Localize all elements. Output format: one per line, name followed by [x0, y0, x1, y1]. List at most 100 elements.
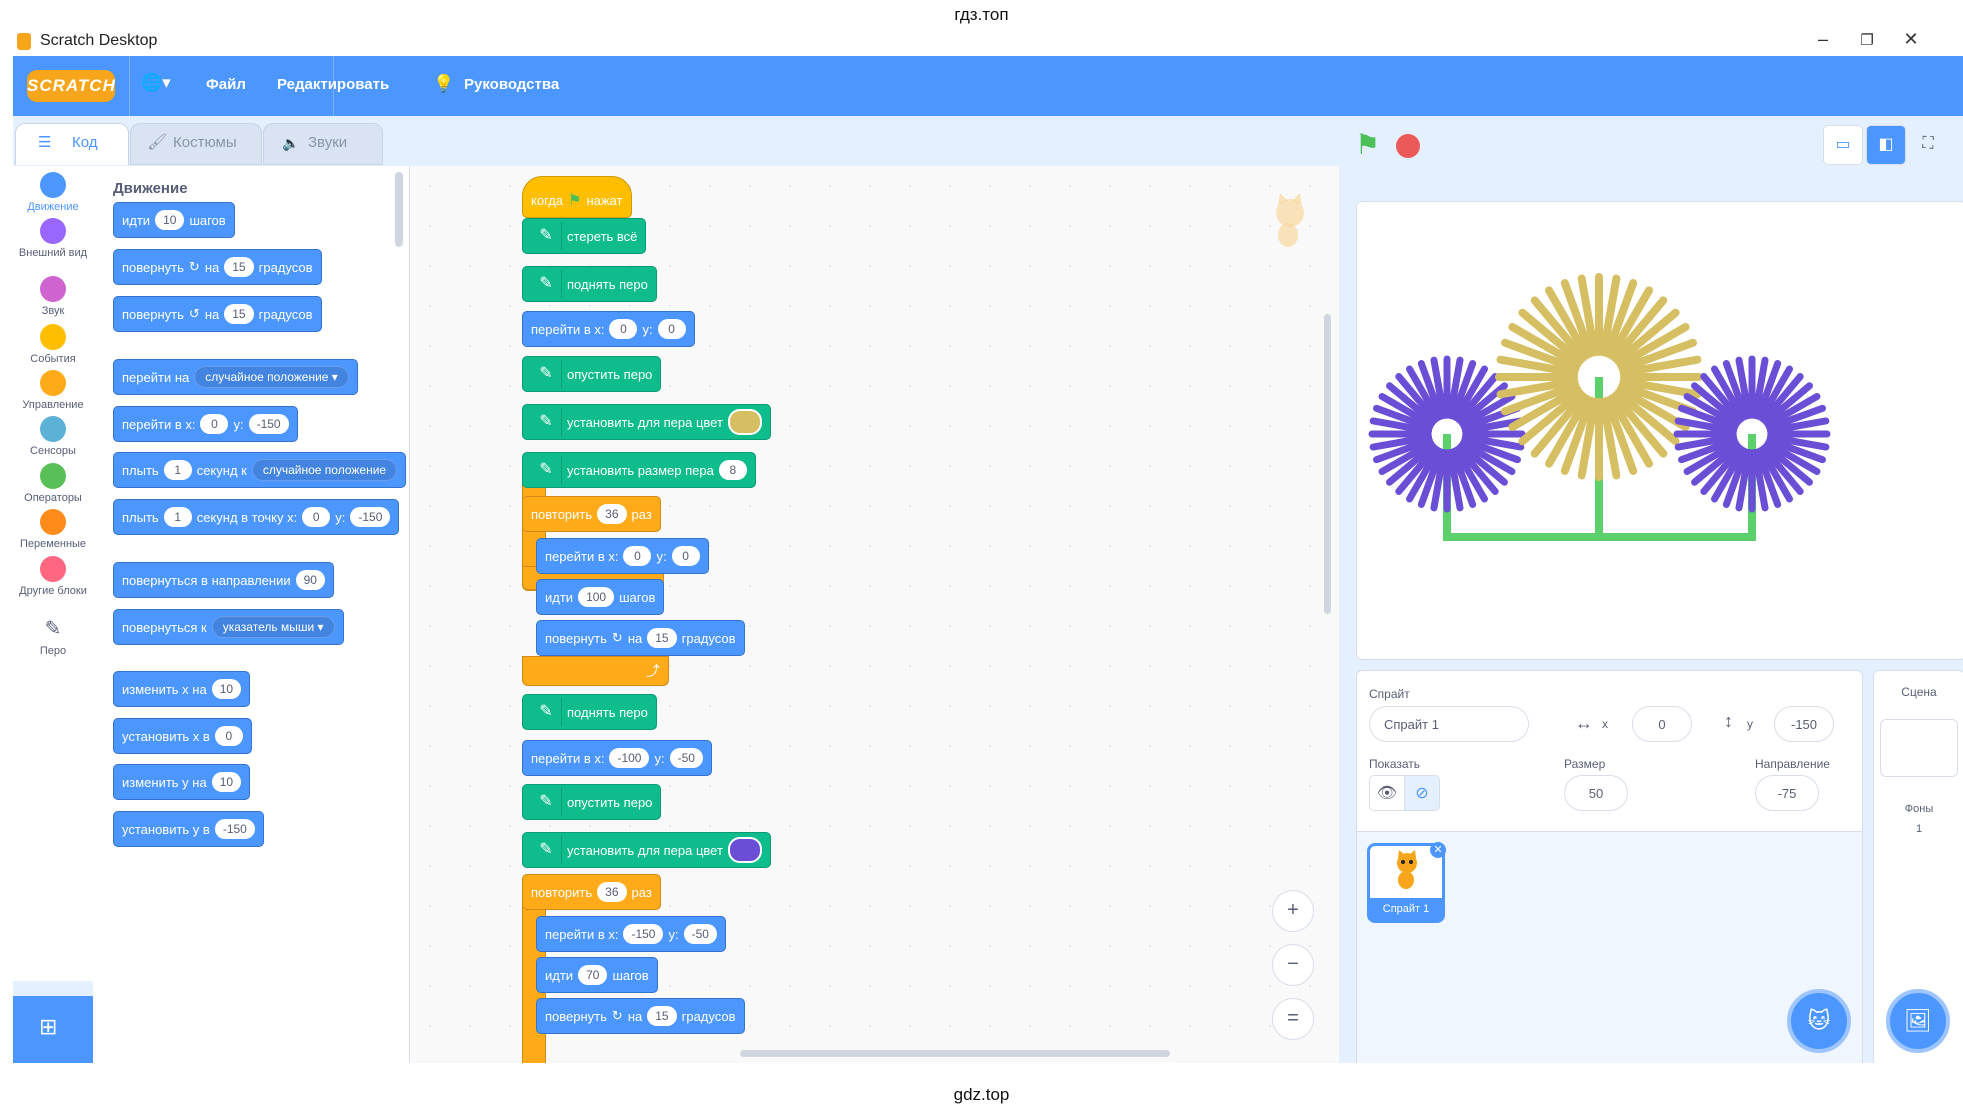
block-input[interactable]: 0: [657, 319, 686, 339]
block-move-steps[interactable]: идти 10 шагов: [113, 202, 235, 238]
pen-color-swatch[interactable]: [727, 837, 762, 863]
category-4[interactable]: События: [13, 324, 93, 365]
sprite-x-input[interactable]: 0: [1632, 706, 1692, 742]
pen-color-swatch[interactable]: [727, 409, 762, 435]
category-10[interactable]: ✎ Перо: [13, 616, 93, 657]
block-input[interactable]: 10: [211, 679, 242, 699]
block-input[interactable]: -150: [214, 819, 255, 839]
stop-button[interactable]: [1396, 134, 1420, 158]
block-input[interactable]: -150: [248, 414, 289, 434]
sprite-thumbnail[interactable]: ✕ Спрайт 1: [1367, 842, 1446, 923]
block-input[interactable]: 8: [718, 460, 747, 480]
category-9[interactable]: Другие блоки: [13, 556, 93, 597]
category-5[interactable]: Управление: [13, 370, 93, 411]
block-move-steps[interactable]: идти 100 шагов: [536, 579, 665, 615]
block-input[interactable]: -50: [669, 748, 703, 768]
block-input[interactable]: 90: [295, 570, 325, 590]
block-glide-to[interactable]: плыть 1 секунд к случайное положение: [113, 452, 407, 488]
block-input[interactable]: 15: [647, 628, 677, 648]
block-turn-left[interactable]: повернуть ↺ на 15 градусов: [113, 296, 322, 332]
block-input[interactable]: 0: [623, 546, 652, 566]
block-pen-down[interactable]: ✎ опустить перо: [522, 784, 662, 820]
add-extension-button[interactable]: ⊞: [13, 996, 93, 1063]
zoom-reset-button[interactable]: =: [1272, 998, 1314, 1040]
block-change-x[interactable]: изменить х на 10: [113, 671, 251, 707]
block-input[interactable]: -100: [609, 748, 650, 768]
language-globe-icon[interactable]: 🌐▾: [141, 73, 171, 93]
tab-sounds[interactable]: 🔈 Звуки: [263, 123, 383, 165]
block-input[interactable]: 15: [224, 257, 254, 277]
show-hidden-button[interactable]: ⊘: [1404, 775, 1440, 811]
block-input[interactable]: -150: [623, 924, 664, 944]
script-vertical-scrollbar[interactable]: [1324, 314, 1331, 614]
restore-icon[interactable]: ❐: [1852, 31, 1882, 49]
menu-file[interactable]: Файл: [206, 76, 246, 93]
block-change-y[interactable]: изменить у на 10: [113, 764, 251, 800]
block-input[interactable]: 10: [211, 772, 242, 792]
stage-canvas[interactable]: [1356, 201, 1963, 660]
category-3[interactable]: Звук: [13, 276, 93, 317]
block-pen-up[interactable]: ✎ поднять перо: [522, 694, 657, 730]
block-input[interactable]: 1: [163, 507, 192, 527]
category-1[interactable]: Движение: [13, 172, 93, 213]
category-8[interactable]: Переменные: [13, 509, 93, 550]
menu-tutorials[interactable]: Руководства: [464, 76, 559, 93]
block-input[interactable]: 0: [302, 507, 331, 527]
block-input[interactable]: -50: [683, 924, 717, 944]
block-input[interactable]: 36: [597, 504, 627, 524]
block-input[interactable]: 15: [224, 304, 254, 324]
scratch-logo[interactable]: SCRATCH: [27, 70, 115, 102]
show-visible-button[interactable]: 👁: [1369, 775, 1405, 811]
choose-sprite-button[interactable]: 🐱: [1787, 989, 1851, 1053]
block-set-pen-color[interactable]: ✎ установить для пера цвет: [522, 404, 771, 440]
small-stage-button[interactable]: ▭: [1823, 125, 1863, 165]
block-input[interactable]: 100: [578, 587, 615, 607]
palette-scrollbar[interactable]: [395, 172, 403, 247]
sprite-name-input[interactable]: Спрайт 1: [1369, 706, 1529, 742]
block-set-pen-size[interactable]: ✎ установить размер пера 8: [522, 452, 756, 488]
block-point-direction[interactable]: повернуться в направлении 90: [113, 562, 334, 598]
delete-sprite-icon[interactable]: ✕: [1430, 842, 1446, 858]
choose-backdrop-button[interactable]: 🖼: [1886, 989, 1950, 1053]
block-set-x[interactable]: установить х в 0: [113, 718, 252, 754]
block-repeat[interactable]: повторить 36 раз: [522, 874, 661, 910]
block-input[interactable]: -150: [350, 507, 391, 527]
block-dropdown[interactable]: случайное положение ▾: [194, 366, 349, 388]
block-move-steps[interactable]: идти 70 шагов: [536, 957, 658, 993]
block-input[interactable]: 0: [214, 726, 243, 746]
block-turn-right[interactable]: повернуть ↻ на 15 градусов: [536, 998, 745, 1034]
block-go-to-xy[interactable]: перейти в x: -100 y: -50: [522, 740, 712, 776]
block-turn-right[interactable]: повернуть ↻ на 15 градусов: [113, 249, 322, 285]
sprite-y-input[interactable]: -150: [1774, 706, 1834, 742]
minimize-icon[interactable]: –: [1808, 29, 1838, 50]
green-flag-button[interactable]: ⚑: [1355, 128, 1380, 161]
block-pen-up[interactable]: ✎ поднять перо: [522, 266, 657, 302]
block-go-to[interactable]: перейти на случайное положение ▾: [113, 359, 358, 395]
block-pen-clear[interactable]: ✎ стереть всё: [522, 218, 647, 254]
block-go-to-xy[interactable]: перейти в x: -150 y: -50: [536, 916, 726, 952]
block-glide-to-xy[interactable]: плыть 1 секунд в точку x: 0 y: -150: [113, 499, 400, 535]
block-set-y[interactable]: установить у в -150: [113, 811, 264, 847]
block-input[interactable]: 70: [578, 965, 608, 985]
block-pen-down[interactable]: ✎ опустить перо: [522, 356, 662, 392]
block-input[interactable]: 10: [155, 210, 185, 230]
block-dropdown[interactable]: указатель мыши ▾: [211, 616, 335, 638]
zoom-in-button[interactable]: +: [1272, 890, 1314, 932]
block-turn-right[interactable]: повернуть ↻ на 15 градусов: [536, 620, 745, 656]
block-input[interactable]: 0: [609, 319, 638, 339]
block-input[interactable]: 15: [647, 1006, 677, 1026]
script-area[interactable]: когда ⚑ нажат ✎ стереть всё ✎ поднять пе…: [410, 166, 1339, 1063]
fullscreen-button[interactable]: ⛶: [1909, 125, 1947, 163]
close-icon[interactable]: ✕: [1896, 29, 1926, 50]
hat-block-flag-clicked[interactable]: когда ⚑ нажат: [522, 176, 632, 218]
normal-stage-button[interactable]: ◧: [1866, 125, 1906, 165]
category-7[interactable]: Операторы: [13, 463, 93, 504]
block-point-towards[interactable]: повернуться к указатель мыши ▾: [113, 609, 344, 645]
backdrop-thumbnail[interactable]: [1880, 719, 1958, 777]
block-set-pen-color[interactable]: ✎ установить для пера цвет: [522, 832, 771, 868]
block-input[interactable]: 0: [671, 546, 700, 566]
tab-code[interactable]: ☰ Код: [15, 123, 129, 165]
block-dropdown[interactable]: случайное положение: [251, 459, 398, 481]
category-2[interactable]: Внешний вид: [13, 218, 93, 259]
sprite-size-input[interactable]: 50: [1564, 775, 1628, 811]
